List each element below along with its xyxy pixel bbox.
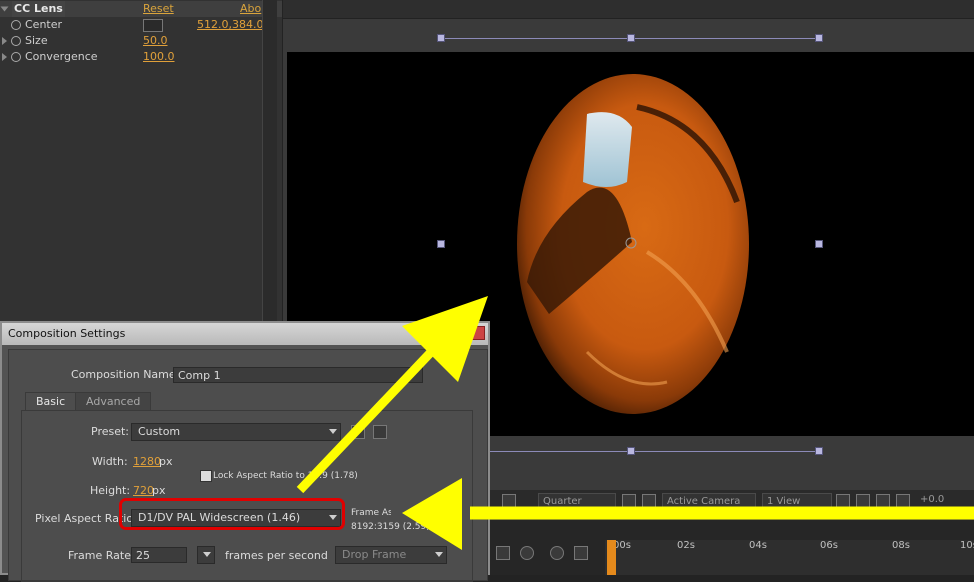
diagonal-arrow-shaft — [296, 326, 456, 494]
annotation-arrows — [296, 296, 974, 550]
horizontal-arrowhead-icon — [402, 478, 462, 550]
